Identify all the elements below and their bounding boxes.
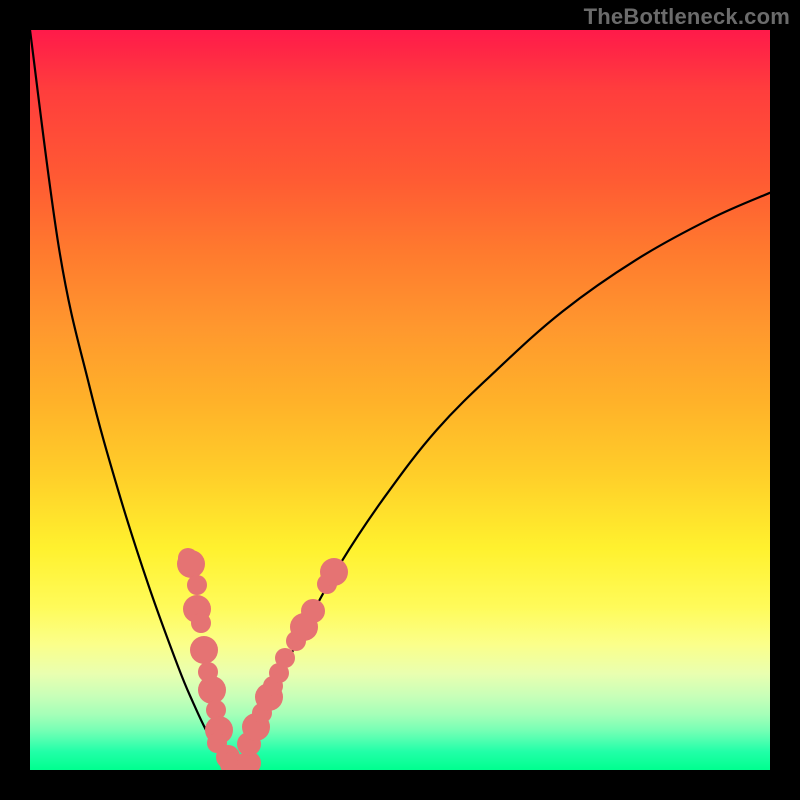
plot-area — [30, 30, 770, 770]
highlight-dot — [320, 558, 348, 586]
highlight-dot — [301, 599, 325, 623]
watermark-text: TheBottleneck.com — [584, 4, 790, 30]
highlight-dot — [275, 648, 295, 668]
frame: TheBottleneck.com — [0, 0, 800, 800]
highlight-dot — [177, 550, 205, 578]
highlight-dot — [190, 636, 218, 664]
highlight-dot — [187, 575, 207, 595]
curve-layer — [30, 30, 770, 770]
curve-right-arm — [237, 193, 770, 770]
highlight-dot — [191, 613, 211, 633]
